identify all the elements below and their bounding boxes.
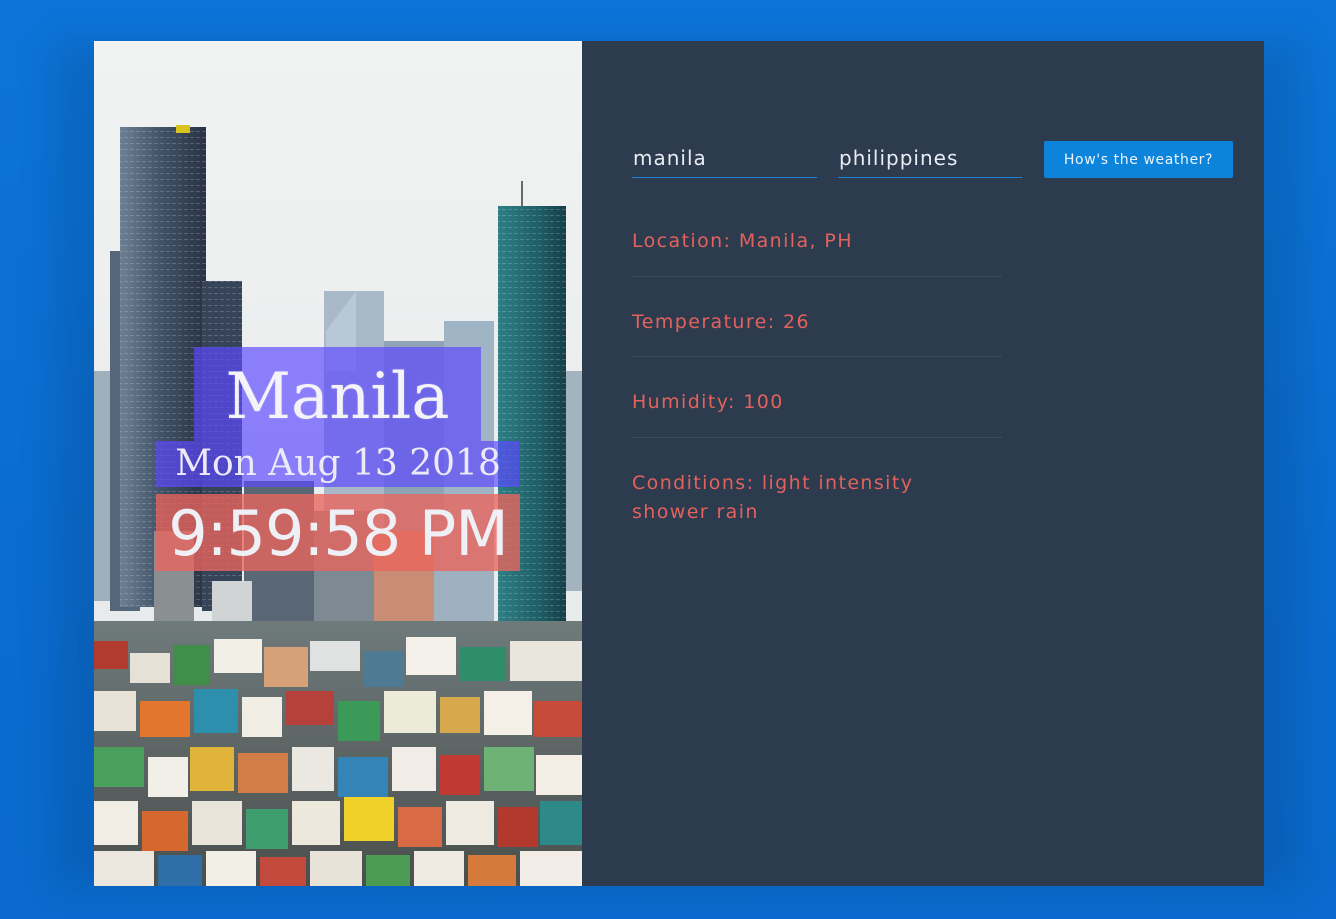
temperature-label: Temperature: — [632, 311, 776, 333]
temperature-result: Temperature: 26 — [632, 308, 1002, 337]
humidity-value: 100 — [743, 391, 784, 413]
location-value: Manila, PH — [738, 230, 853, 252]
country-field — [838, 141, 1023, 178]
humidity-label: Humidity: — [632, 391, 736, 413]
get-weather-button[interactable]: How's the weather? — [1044, 141, 1233, 178]
conditions-result: Conditions: light intensity shower rain — [632, 469, 952, 527]
clock-date: Mon Aug 13 2018 — [175, 443, 501, 484]
humidity-result: Humidity: 100 — [632, 388, 1002, 417]
location-label: Location: — [632, 230, 732, 252]
weather-app-card: Manila Mon Aug 13 2018 9:59:58 PM How's … — [94, 41, 1264, 886]
city-input[interactable] — [632, 141, 818, 175]
conditions-label: Conditions: — [632, 472, 755, 494]
result-divider — [632, 356, 1002, 357]
location-result: Location: Manila, PH — [632, 227, 1002, 256]
temperature-value: 26 — [783, 311, 810, 333]
clock-time: 9:59:58 PM — [168, 497, 509, 570]
country-input[interactable] — [838, 141, 1023, 175]
result-divider — [632, 276, 1002, 277]
clock-city-name: Manila — [225, 360, 450, 434]
result-divider — [632, 437, 1002, 438]
city-photo-panel: Manila Mon Aug 13 2018 9:59:58 PM — [94, 41, 582, 886]
city-field — [632, 141, 818, 178]
